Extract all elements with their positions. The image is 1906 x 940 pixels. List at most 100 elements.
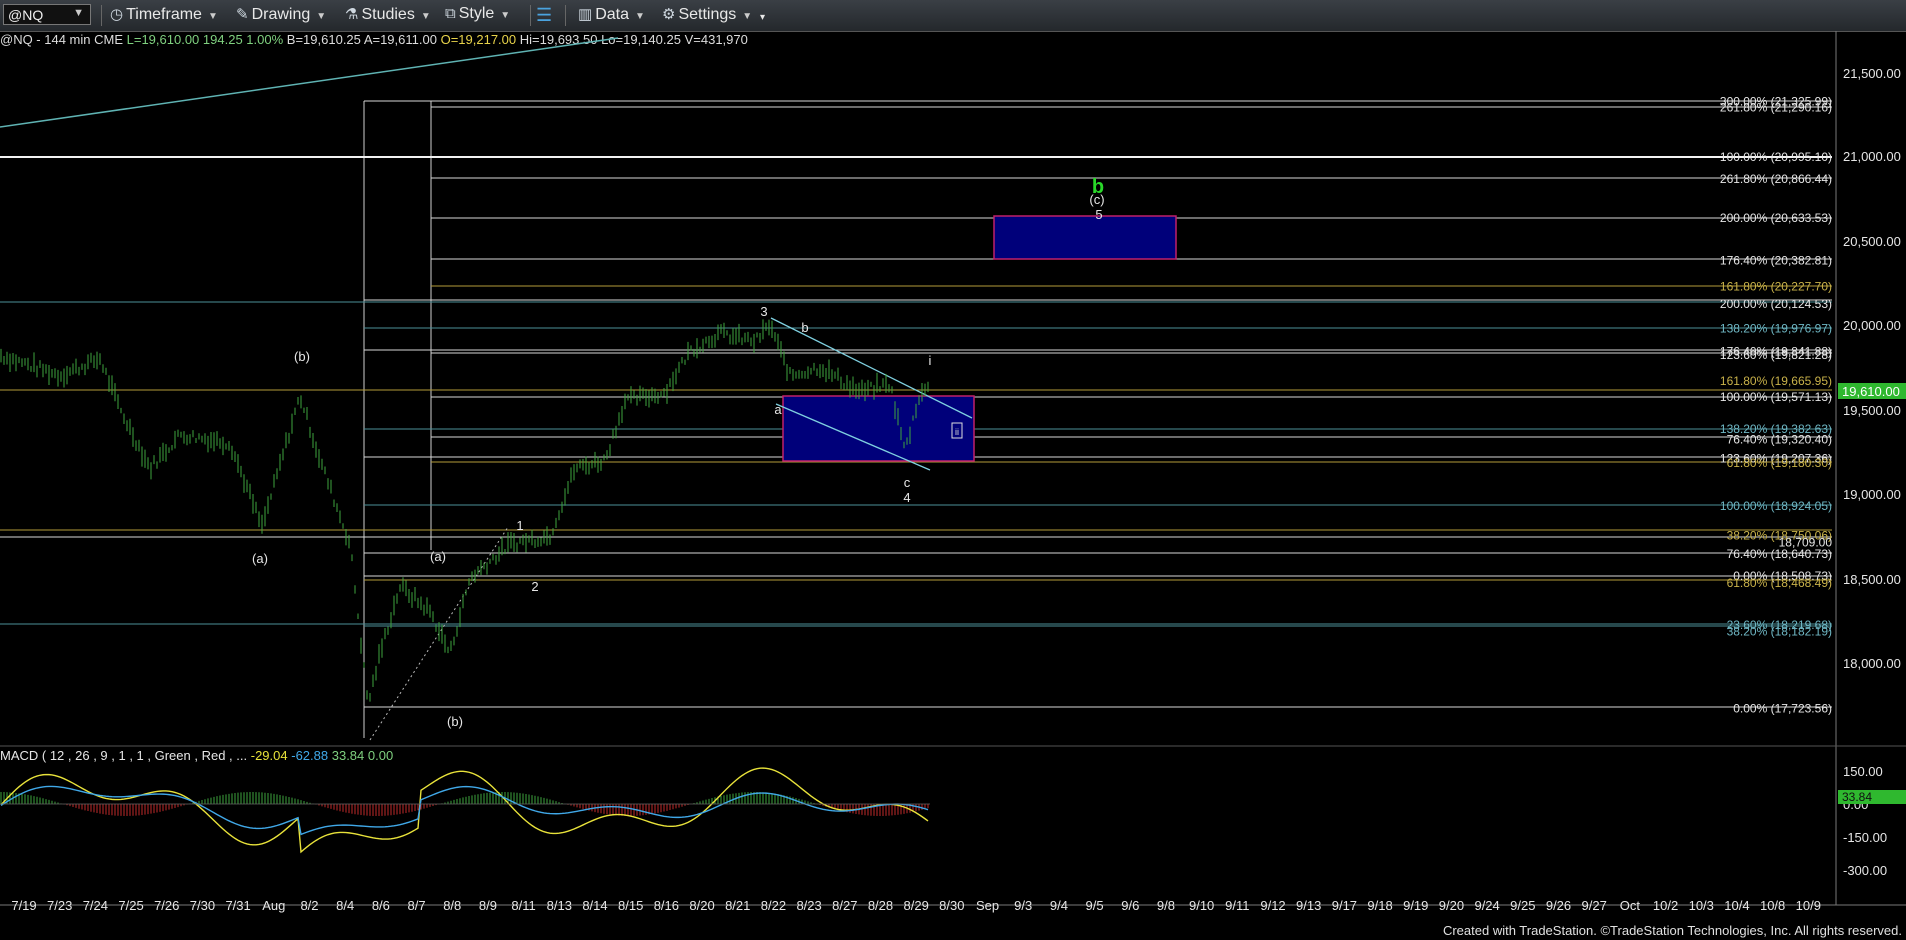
layout-button[interactable]: ☰ xyxy=(536,5,552,26)
drawing-label: Drawing xyxy=(251,6,311,23)
date-axis-label: 9/26 xyxy=(1546,898,1571,913)
date-axis-label: 8/13 xyxy=(547,898,572,913)
symbol-input[interactable]: @NQ ▼ xyxy=(3,4,91,25)
macd-title: MACD ( 12 , 26 , 9 , 1 , 1 , Green , Red… xyxy=(0,748,248,763)
last-price: L=19,610.00 xyxy=(126,32,200,47)
date-axis-label: 8/20 xyxy=(689,898,714,913)
timeframe-label: Timeframe xyxy=(126,6,202,23)
wave-label-b-paren: (b) xyxy=(294,349,310,364)
ask-price: A=19,611.00 xyxy=(363,32,437,47)
date-axis-label: 10/9 xyxy=(1796,898,1821,913)
toolbar-divider xyxy=(565,5,566,26)
wave-label-b-paren: (b) xyxy=(447,714,463,729)
date-axis-label: 8/2 xyxy=(300,898,318,913)
date-axis-label: 10/3 xyxy=(1689,898,1714,913)
fib-level-label: 176.40% (19,841.88) xyxy=(1720,345,1832,359)
layout-icon: ☰ xyxy=(536,5,553,25)
date-axis-label: 10/2 xyxy=(1653,898,1678,913)
toolbar: @NQ ▼ ◷ Timeframe ▼ ✎ Drawing ▼ ⚗ Studies ▼ ⧉ S… xyxy=(0,0,1906,32)
price-axis-label: 20,000.00 xyxy=(1843,318,1901,333)
date-axis-label: 9/3 xyxy=(1014,898,1032,913)
macd-last-tag xyxy=(1838,790,1906,804)
wave-label-2: 2 xyxy=(531,579,538,594)
clock-icon: ◷ xyxy=(110,6,124,23)
date-axis-label: 9/18 xyxy=(1367,898,1392,913)
chevron-down-icon[interactable]: ▼ xyxy=(73,7,84,19)
macd-value: -29.04 xyxy=(250,748,288,763)
macd-axis-label: 150.00 xyxy=(1843,764,1883,779)
price-axis-label: 18,000.00 xyxy=(1843,656,1901,671)
macd-line xyxy=(0,767,929,854)
date-axis-label: 8/29 xyxy=(904,898,929,913)
macd-signal-value: -62.88 xyxy=(291,748,329,763)
price-axis-label: 21,000.00 xyxy=(1843,149,1901,164)
more-options-button[interactable]: ▾ xyxy=(760,12,765,33)
wave-label-a: a xyxy=(774,402,782,417)
flask-icon: ⚗ xyxy=(345,6,359,23)
fib-level-label: 123.60% (19,207.36) xyxy=(1720,451,1832,465)
date-axis-label: 9/11 xyxy=(1225,898,1249,913)
date-axis-label: 7/24 xyxy=(83,898,108,913)
symbol-description: @NQ - 144 min CME xyxy=(0,32,123,47)
date-axis-label: 8/11 xyxy=(511,898,535,913)
fib-level-label: 23.60% (18,219.68) xyxy=(1727,618,1832,632)
toolbar-divider xyxy=(101,5,102,26)
macd-signal-line xyxy=(0,785,929,836)
price-axis-label: 19,500.00 xyxy=(1843,403,1901,418)
price-axis-label: 19,000.00 xyxy=(1843,487,1901,502)
price-chart[interactable]: 300.00% (21,325.99)261.80% (21,290.16)10… xyxy=(0,0,1906,940)
date-axis-label: 9/4 xyxy=(1050,898,1068,913)
symbol-info-bar: @NQ - 144 min CME L=19,610.00 194.25 1.0… xyxy=(0,32,748,47)
date-axis-label: 8/21 xyxy=(725,898,750,913)
style-menu[interactable]: ⧉ Style ▼ xyxy=(445,5,510,26)
macd-axis-label: -300.00 xyxy=(1843,863,1887,878)
support-box xyxy=(782,395,975,462)
wave-label-i: i xyxy=(929,353,932,368)
fib-level-label: 38.20% (18,750.06) xyxy=(1727,529,1832,543)
low-price: Lo=19,140.25 xyxy=(601,32,681,47)
date-axis-label: 8/27 xyxy=(832,898,857,913)
wave-label-c: (c) xyxy=(1089,192,1104,207)
studies-label: Studies xyxy=(361,6,415,23)
date-axis-label: 9/17 xyxy=(1332,898,1357,913)
percent-change: 1.00% xyxy=(246,32,284,47)
target-box-upper xyxy=(993,215,1177,260)
price-axis-label: 21,500.00 xyxy=(1843,66,1901,81)
fib-level-label: 138.20% (19,976.97) xyxy=(1720,322,1832,336)
date-axis-label: Oct xyxy=(1620,898,1641,913)
wave-label-b-major: b xyxy=(1092,176,1104,198)
date-axis-label: 7/26 xyxy=(154,898,179,913)
macd-axis-label: -150.00 xyxy=(1843,830,1887,845)
chevron-down-icon: ▼ xyxy=(420,11,431,22)
wave-label-ii: ii xyxy=(955,427,959,437)
fib-level-label: 61.80% (18,468.49) xyxy=(1727,576,1832,590)
fib-level-label: 161.80% (19,665.95) xyxy=(1720,374,1832,388)
symbol-text: @NQ xyxy=(8,7,44,23)
fib-level-label: 61.80% (19,180.30) xyxy=(1727,456,1832,470)
wave-label-a-paren: (a) xyxy=(430,549,446,564)
fib-level-label: 76.40% (19,320.40) xyxy=(1727,432,1832,446)
net-change: 194.25 xyxy=(202,32,243,47)
chevron-down-icon: ▼ xyxy=(634,11,645,22)
date-axis-label: 9/12 xyxy=(1260,898,1285,913)
studies-menu[interactable]: ⚗ Studies ▼ xyxy=(345,5,431,26)
drawing-menu[interactable]: ✎ Drawing ▼ xyxy=(236,5,326,26)
date-axis-label: 9/25 xyxy=(1510,898,1535,913)
date-axis-label: 8/14 xyxy=(582,898,607,913)
macd-info-bar: MACD ( 12 , 26 , 9 , 1 , 1 , Green , Red… xyxy=(0,748,393,763)
date-axis-label: 8/9 xyxy=(479,898,497,913)
wave-label-a-paren: (a) xyxy=(252,551,268,566)
fib-level-label: 76.40% (18,640.73) xyxy=(1727,547,1832,561)
footer: Created with TradeStation. ©TradeStation… xyxy=(0,922,1906,940)
settings-menu[interactable]: ⚙ Settings ▼ xyxy=(662,5,752,26)
fib-level-label: 100.00% (18,924.05) xyxy=(1720,499,1832,513)
toolbar-divider xyxy=(530,5,531,26)
data-menu[interactable]: ▥ Data ▼ xyxy=(578,5,645,26)
chevron-down-icon: ▼ xyxy=(207,11,218,22)
wave-label-5: 5 xyxy=(1095,207,1102,222)
date-axis: 7/19 7/23 7/24 7/25 7/26 7/30 7/31 Aug 8/2 8/4 8/6… xyxy=(11,898,1821,913)
style-icon: ⧉ xyxy=(445,5,456,22)
timeframe-menu[interactable]: ◷ Timeframe ▼ xyxy=(110,5,218,26)
wave-label-c-small: c xyxy=(904,475,911,490)
date-axis-label: 8/28 xyxy=(868,898,893,913)
